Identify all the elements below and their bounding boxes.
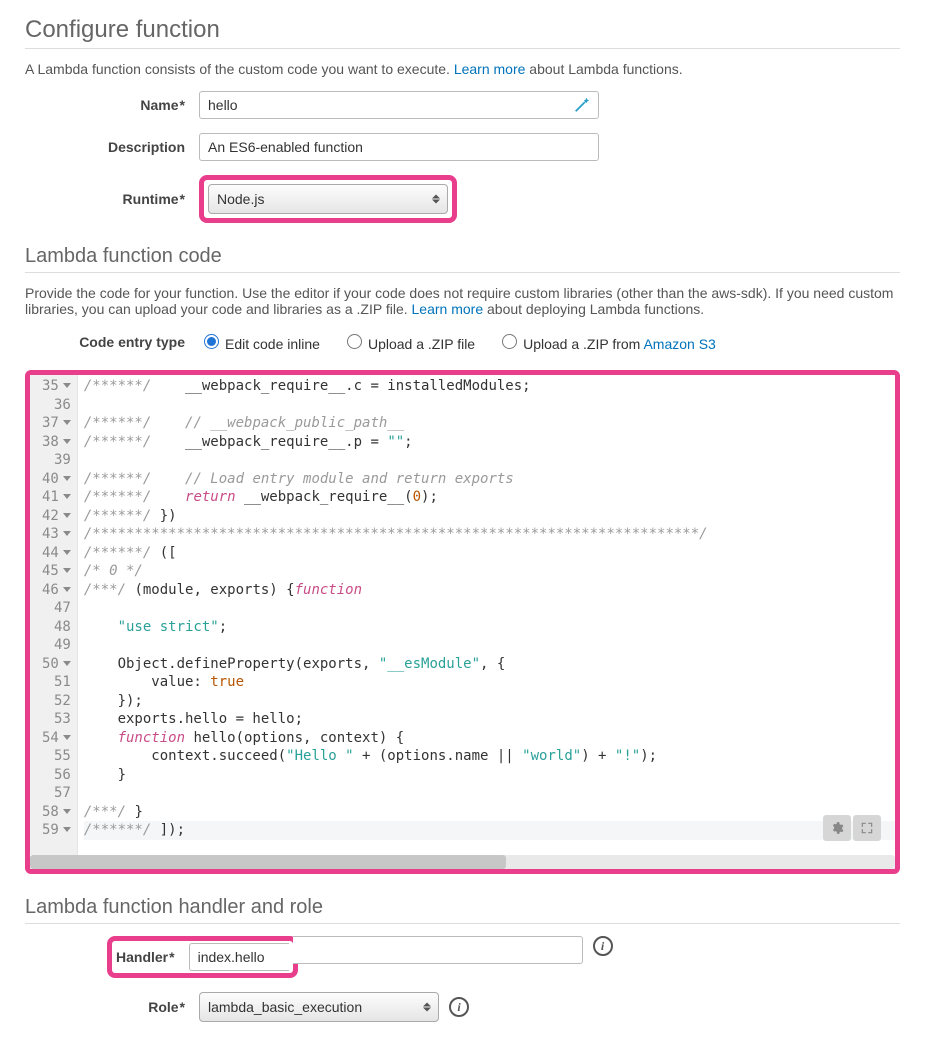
role-label: Role: [25, 999, 199, 1015]
code-desc-tail: about deploying Lambda functions.: [483, 301, 704, 317]
configure-desc-text: A Lambda function consists of the custom…: [25, 61, 454, 77]
handler-section-title: Lambda function handler and role: [25, 896, 900, 919]
radio-inline[interactable]: Edit code inline: [199, 331, 320, 352]
configure-desc-tail: about Lambda functions.: [525, 61, 682, 77]
gear-icon[interactable]: [823, 815, 851, 841]
info-icon[interactable]: i: [449, 997, 469, 1017]
code-editor[interactable]: 3536373839404142434445464748495051525354…: [30, 375, 895, 855]
editor-hscroll[interactable]: [30, 855, 895, 869]
learn-more-deploy-link[interactable]: Learn more: [412, 301, 484, 317]
name-label: Name: [25, 97, 199, 113]
handler-input-hl[interactable]: [189, 943, 289, 971]
divider: [25, 272, 900, 273]
radio-zip-input[interactable]: [347, 334, 362, 349]
name-input[interactable]: [199, 91, 599, 119]
radio-s3-input[interactable]: [502, 334, 517, 349]
description-input[interactable]: [199, 133, 599, 161]
radio-zip-label: Upload a .ZIP file: [368, 336, 475, 352]
code-desc: Provide the code for your function. Use …: [25, 285, 900, 317]
divider: [25, 48, 900, 49]
radio-inline-label: Edit code inline: [225, 336, 320, 352]
runtime-label: Runtime: [25, 191, 199, 207]
radio-zip[interactable]: Upload a .ZIP file: [342, 331, 475, 352]
radio-s3[interactable]: Upload a .ZIP from Amazon S3: [497, 331, 716, 352]
info-icon[interactable]: i: [593, 936, 613, 956]
editor-gutter: 3536373839404142434445464748495051525354…: [30, 375, 78, 855]
highlight-runtime: Node.js: [199, 175, 457, 223]
learn-more-link[interactable]: Learn more: [454, 61, 526, 77]
expand-icon[interactable]: [853, 815, 881, 841]
description-label: Description: [25, 139, 199, 155]
configure-title: Configure function: [25, 16, 900, 44]
amazon-s3-link[interactable]: Amazon S3: [643, 336, 715, 352]
handler-label: Handler: [116, 949, 189, 965]
highlight-handler: Handler: [107, 936, 298, 978]
role-select[interactable]: lambda_basic_execution: [199, 992, 439, 1022]
runtime-select[interactable]: Node.js: [208, 184, 448, 214]
radio-s3-label: Upload a .ZIP from: [523, 336, 643, 352]
wand-icon: [573, 96, 591, 114]
handler-input-rest[interactable]: [293, 936, 583, 964]
divider: [25, 923, 900, 924]
radio-inline-input[interactable]: [204, 334, 219, 349]
code-section-title: Lambda function code: [25, 245, 900, 268]
editor-code[interactable]: /******/ __webpack_require__.c = install…: [78, 375, 895, 855]
highlight-editor: 3536373839404142434445464748495051525354…: [25, 370, 900, 874]
code-entry-label: Code entry type: [25, 334, 199, 350]
configure-desc: A Lambda function consists of the custom…: [25, 61, 900, 77]
